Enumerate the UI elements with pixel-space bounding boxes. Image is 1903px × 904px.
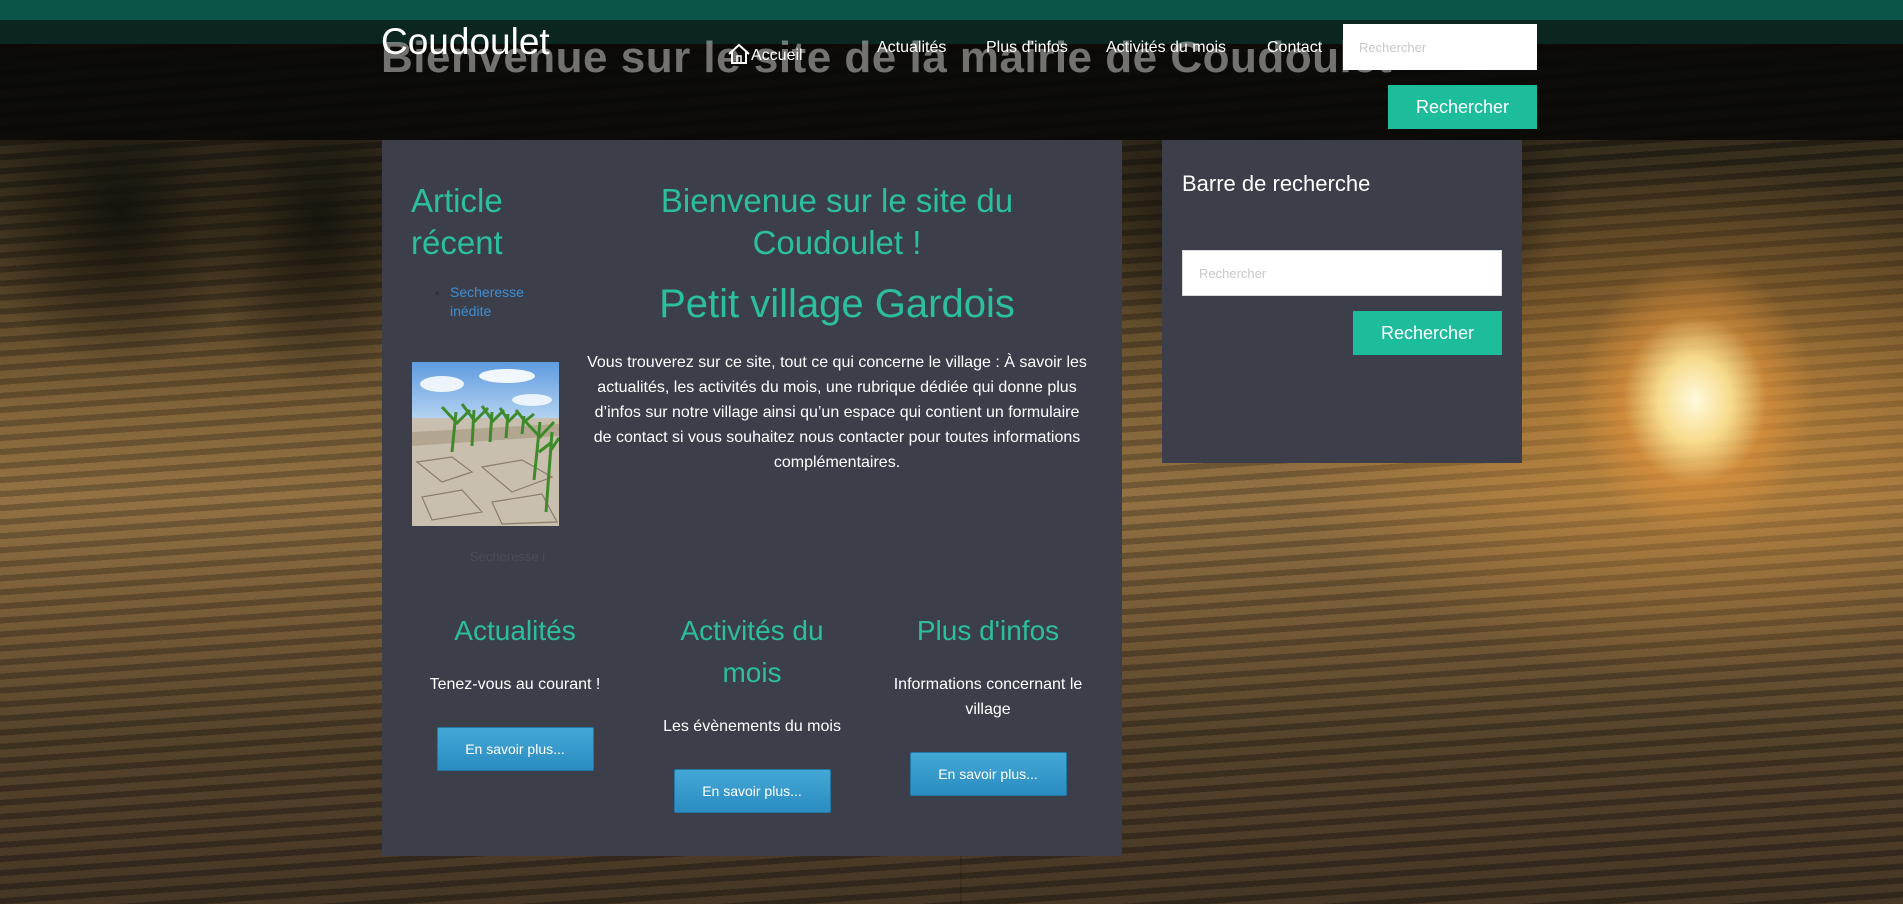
recent-articles-list: Secheresse inédite <box>432 283 562 321</box>
home-icon <box>727 42 751 66</box>
list-item: Secheresse inédite <box>450 283 562 321</box>
feature-text: Informations concernant le village <box>893 676 1083 718</box>
main-nav: Accueil Actualités Plus d’infos Activité… <box>0 38 1903 64</box>
feature-text: Tenez-vous au courant ! <box>429 676 601 693</box>
welcome-body: Vous trouverez sur ce site, tout ce qui … <box>587 354 1087 471</box>
sidebar-search-input[interactable] <box>1182 250 1502 296</box>
nav-item-activites[interactable]: Activités du mois <box>1106 38 1226 58</box>
nav-item-home-label: Accueil <box>751 47 803 64</box>
nav-item-contact[interactable]: Contact <box>1267 38 1322 58</box>
header-search-button[interactable]: Rechercher <box>1388 85 1537 129</box>
top-strip <box>0 0 1903 20</box>
plus-infos-more-button[interactable]: En savoir plus... <box>909 752 1067 796</box>
sidebar-title: Barre de recherche <box>1182 171 1371 196</box>
nav-item-home[interactable]: Accueil <box>727 42 803 66</box>
search-sidebar: Barre de recherche Rechercher <box>1162 140 1522 463</box>
nav-item-plus-infos[interactable]: Plus d’infos <box>986 38 1068 58</box>
feature-activites: Activités du mois Les évènements du mois… <box>652 610 852 813</box>
thumbnail-caption: Secheresse i <box>470 549 546 564</box>
activites-more-button[interactable]: En savoir plus... <box>673 769 831 813</box>
welcome-subtitle: Petit village Gardois <box>659 282 1015 326</box>
feature-title: Actualités <box>454 615 576 646</box>
welcome-title: Bienvenue sur le site du Coudoulet ! <box>660 182 1014 261</box>
feature-actualites: Actualités Tenez-vous au courant ! En sa… <box>415 610 615 771</box>
main-panel: Article récent Secheresse inédite <box>382 140 1122 856</box>
header-search-input[interactable] <box>1343 24 1537 70</box>
recent-articles-title: Article récent <box>411 182 503 261</box>
article-thumbnail[interactable] <box>412 362 559 526</box>
feature-text: Les évènements du mois <box>663 718 841 735</box>
nav-item-actualites[interactable]: Actualités <box>877 38 946 58</box>
feature-title: Activités du mois <box>680 615 824 688</box>
sidebar-search-button[interactable]: Rechercher <box>1353 311 1502 355</box>
feature-title: Plus d'infos <box>916 615 1060 646</box>
actualites-more-button[interactable]: En savoir plus... <box>436 727 594 771</box>
feature-plus-infos: Plus d'infos Informations concernant le … <box>888 610 1088 796</box>
recent-article-link[interactable]: Secheresse inédite <box>450 284 524 319</box>
